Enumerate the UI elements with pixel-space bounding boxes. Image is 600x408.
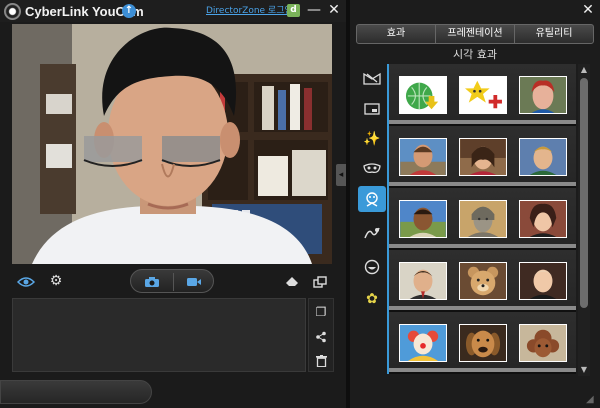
- webcam-preview: [12, 24, 332, 264]
- effect-thumb-avatar-12[interactable]: [459, 324, 507, 362]
- camera-icon[interactable]: [131, 270, 173, 292]
- effect-thumb-avatar-2[interactable]: [399, 138, 447, 176]
- effect-thumb-avatar-8[interactable]: [399, 262, 447, 300]
- title-bar: CyberLink YouCam ↑ DirectorZone 로그인 d — …: [0, 0, 346, 22]
- resize-grip-icon[interactable]: ◢: [586, 394, 598, 406]
- share-icon[interactable]: [309, 325, 333, 347]
- eye-icon[interactable]: [16, 268, 36, 294]
- emotion-icon[interactable]: [358, 254, 386, 280]
- minimize-button[interactable]: —: [306, 2, 322, 18]
- effect-thumb-avatar-10[interactable]: [519, 262, 567, 300]
- gallery-shelf: [389, 188, 576, 248]
- trash-icon[interactable]: [309, 349, 333, 371]
- gallery-shelf: [389, 250, 576, 310]
- effect-thumb-download[interactable]: [399, 76, 447, 114]
- tab-utilities[interactable]: 유틸리티: [515, 25, 593, 43]
- capture-tray[interactable]: [12, 298, 306, 372]
- close-button[interactable]: ✕: [326, 2, 342, 18]
- effects-close-button[interactable]: ✕: [580, 2, 596, 18]
- directorzone-icon[interactable]: d: [287, 4, 300, 17]
- resize-icon[interactable]: [310, 268, 330, 294]
- effect-thumb-avatar-1[interactable]: [519, 76, 567, 114]
- effect-thumb-avatar-3[interactable]: [459, 138, 507, 176]
- scene-icon[interactable]: [358, 66, 386, 92]
- effects-panel: ✕ 효과 프레젠테이션 유틸리티 시각 효과 ✨ ✿ ▲ ▼ ◢: [350, 0, 600, 408]
- effect-category-bar: ✨ ✿: [354, 64, 388, 380]
- status-pill[interactable]: [0, 380, 152, 404]
- control-bar: ⚙: [0, 268, 346, 294]
- effect-thumb-custom[interactable]: [459, 76, 507, 114]
- fullscreen-icon[interactable]: ❐: [309, 301, 333, 323]
- upgrade-icon[interactable]: ↑: [122, 4, 136, 18]
- effect-thumb-avatar-11[interactable]: [399, 324, 447, 362]
- scroll-down-arrow[interactable]: ▼: [578, 364, 590, 376]
- effect-thumb-avatar-5[interactable]: [399, 200, 447, 238]
- effects-tabs: 효과 프레젠테이션 유틸리티: [356, 24, 594, 44]
- gallery-shelf: [389, 126, 576, 186]
- gadget-icon[interactable]: ✿: [358, 286, 386, 312]
- tab-effects[interactable]: 효과: [357, 25, 436, 43]
- effect-thumb-avatar-7[interactable]: [519, 200, 567, 238]
- video-icon[interactable]: [173, 270, 215, 292]
- effect-gallery: [387, 64, 576, 374]
- distortion-icon[interactable]: [358, 220, 386, 246]
- effect-thumb-avatar-13[interactable]: [519, 324, 567, 362]
- particle-icon[interactable]: ✨: [358, 126, 386, 152]
- webcam-frame-image: [12, 24, 332, 264]
- tray-toolbar: ❐: [308, 298, 334, 372]
- frame-icon[interactable]: [358, 96, 386, 122]
- youcam-logo-icon: [4, 3, 21, 20]
- scrollbar-thumb[interactable]: [580, 78, 588, 308]
- gallery-shelf: [389, 64, 576, 124]
- capture-panel: CyberLink YouCam ↑ DirectorZone 로그인 d — …: [0, 0, 346, 408]
- effect-thumb-avatar-6[interactable]: [459, 200, 507, 238]
- gear-icon[interactable]: ⚙: [46, 268, 66, 294]
- scroll-up-arrow[interactable]: ▲: [578, 64, 590, 76]
- collapse-panel-handle[interactable]: ◂: [336, 164, 346, 186]
- effect-thumb-avatar-4[interactable]: [519, 138, 567, 176]
- gallery-shelf: [389, 312, 576, 372]
- avatar-icon[interactable]: [358, 186, 386, 212]
- capture-mode-group: [130, 269, 214, 293]
- directorzone-login-link[interactable]: DirectorZone 로그인: [206, 3, 293, 16]
- mask-icon[interactable]: [358, 156, 386, 182]
- section-title: 시각 효과: [453, 48, 497, 61]
- gallery-scrollbar[interactable]: ▲ ▼: [578, 64, 590, 376]
- effect-thumb-avatar-9[interactable]: [459, 262, 507, 300]
- tab-presentation[interactable]: 프레젠테이션: [436, 25, 515, 43]
- eraser-icon[interactable]: [282, 268, 302, 294]
